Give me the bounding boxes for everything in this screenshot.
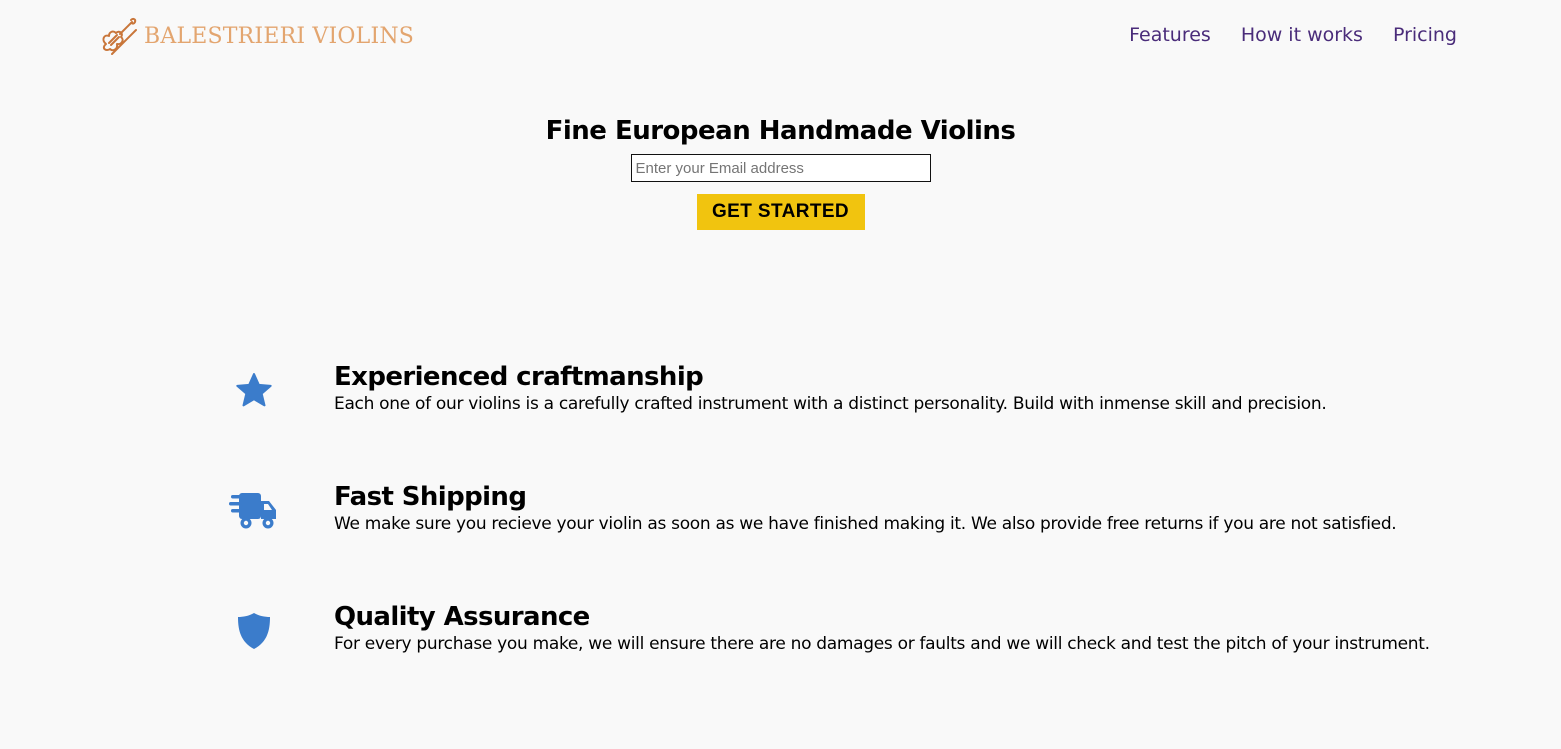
feature-item: Experienced craftmanship Each one of our… <box>0 356 1561 476</box>
feature-item: Quality Assurance For every purchase you… <box>0 596 1561 716</box>
nav-link-features[interactable]: Features <box>1129 24 1211 46</box>
email-input[interactable] <box>630 154 931 182</box>
feature-text: Quality Assurance For every purchase you… <box>334 596 1514 656</box>
feature-text: Experienced craftmanship Each one of our… <box>334 356 1514 416</box>
violin-logo-icon <box>102 17 137 55</box>
site-header: BALESTRIERI VIOLINS Features How it work… <box>0 0 1561 75</box>
nav-link-how-it-works[interactable]: How it works <box>1241 24 1363 46</box>
brand-name: BALESTRIERI VIOLINS <box>144 23 415 49</box>
feature-item: Fast Shipping We make sure you recieve y… <box>0 476 1561 596</box>
feature-description: For every purchase you make, we will ens… <box>334 634 1430 654</box>
main-nav: Features How it works Pricing <box>1129 24 1457 46</box>
shield-icon <box>228 606 280 656</box>
feature-description: Each one of our violins is a carefully c… <box>334 394 1327 414</box>
truck-fast-icon <box>228 486 280 536</box>
brand[interactable]: BALESTRIERI VIOLINS <box>98 14 414 58</box>
get-started-button[interactable]: GET STARTED <box>696 194 865 230</box>
feature-text: Fast Shipping We make sure you recieve y… <box>334 476 1514 536</box>
nav-link-pricing[interactable]: Pricing <box>1393 24 1457 46</box>
feature-description: We make sure you recieve your violin as … <box>334 514 1397 534</box>
features-section: Experienced craftmanship Each one of our… <box>0 356 1561 716</box>
hero-title: Fine European Handmade Violins <box>545 116 1016 146</box>
hero-section: Fine European Handmade Violins GET START… <box>0 112 1561 230</box>
star-icon <box>228 366 280 416</box>
